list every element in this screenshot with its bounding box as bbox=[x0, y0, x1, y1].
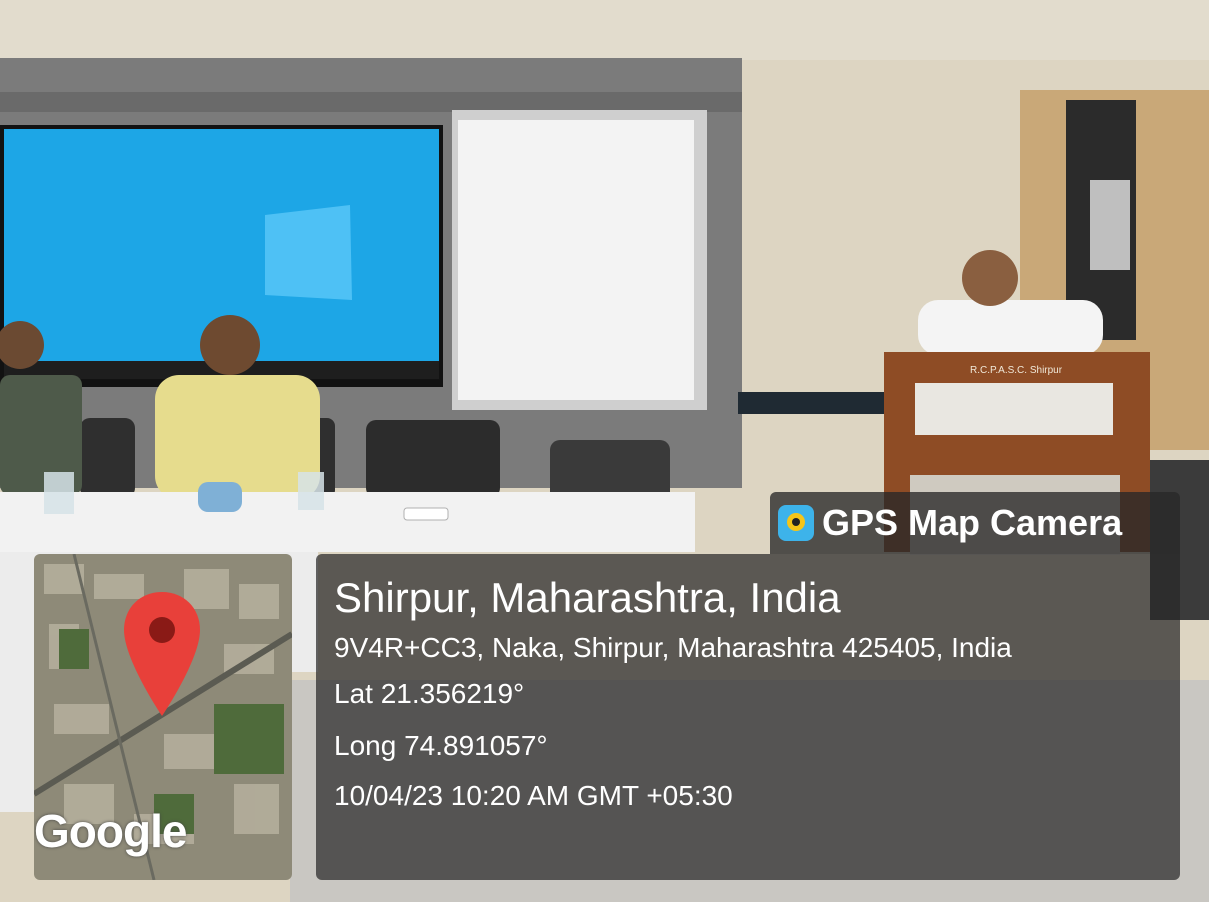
location-info-panel: Shirpur, Maharashtra, India 9V4R+CC3, Na… bbox=[316, 554, 1180, 880]
map-pin-icon bbox=[124, 592, 200, 716]
app-badge: GPS Map Camera bbox=[770, 492, 1180, 554]
map-thumbnail[interactable]: Google bbox=[34, 554, 292, 880]
latitude: Lat 21.356219° bbox=[334, 678, 525, 709]
app-name: GPS Map Camera bbox=[822, 502, 1123, 543]
podium-plate: R.C.P.A.S.C. Shirpur bbox=[970, 365, 1063, 376]
datetime: 10/04/23 10:20 AM GMT +05:30 bbox=[334, 780, 733, 811]
location-title: Shirpur, Maharashtra, India bbox=[334, 574, 841, 621]
location-address: 9V4R+CC3, Naka, Shirpur, Maharashtra 425… bbox=[334, 632, 1012, 663]
longitude: Long 74.891057° bbox=[334, 730, 548, 761]
gps-map-camera-app-icon bbox=[778, 505, 814, 541]
google-logo: Google bbox=[34, 805, 187, 857]
